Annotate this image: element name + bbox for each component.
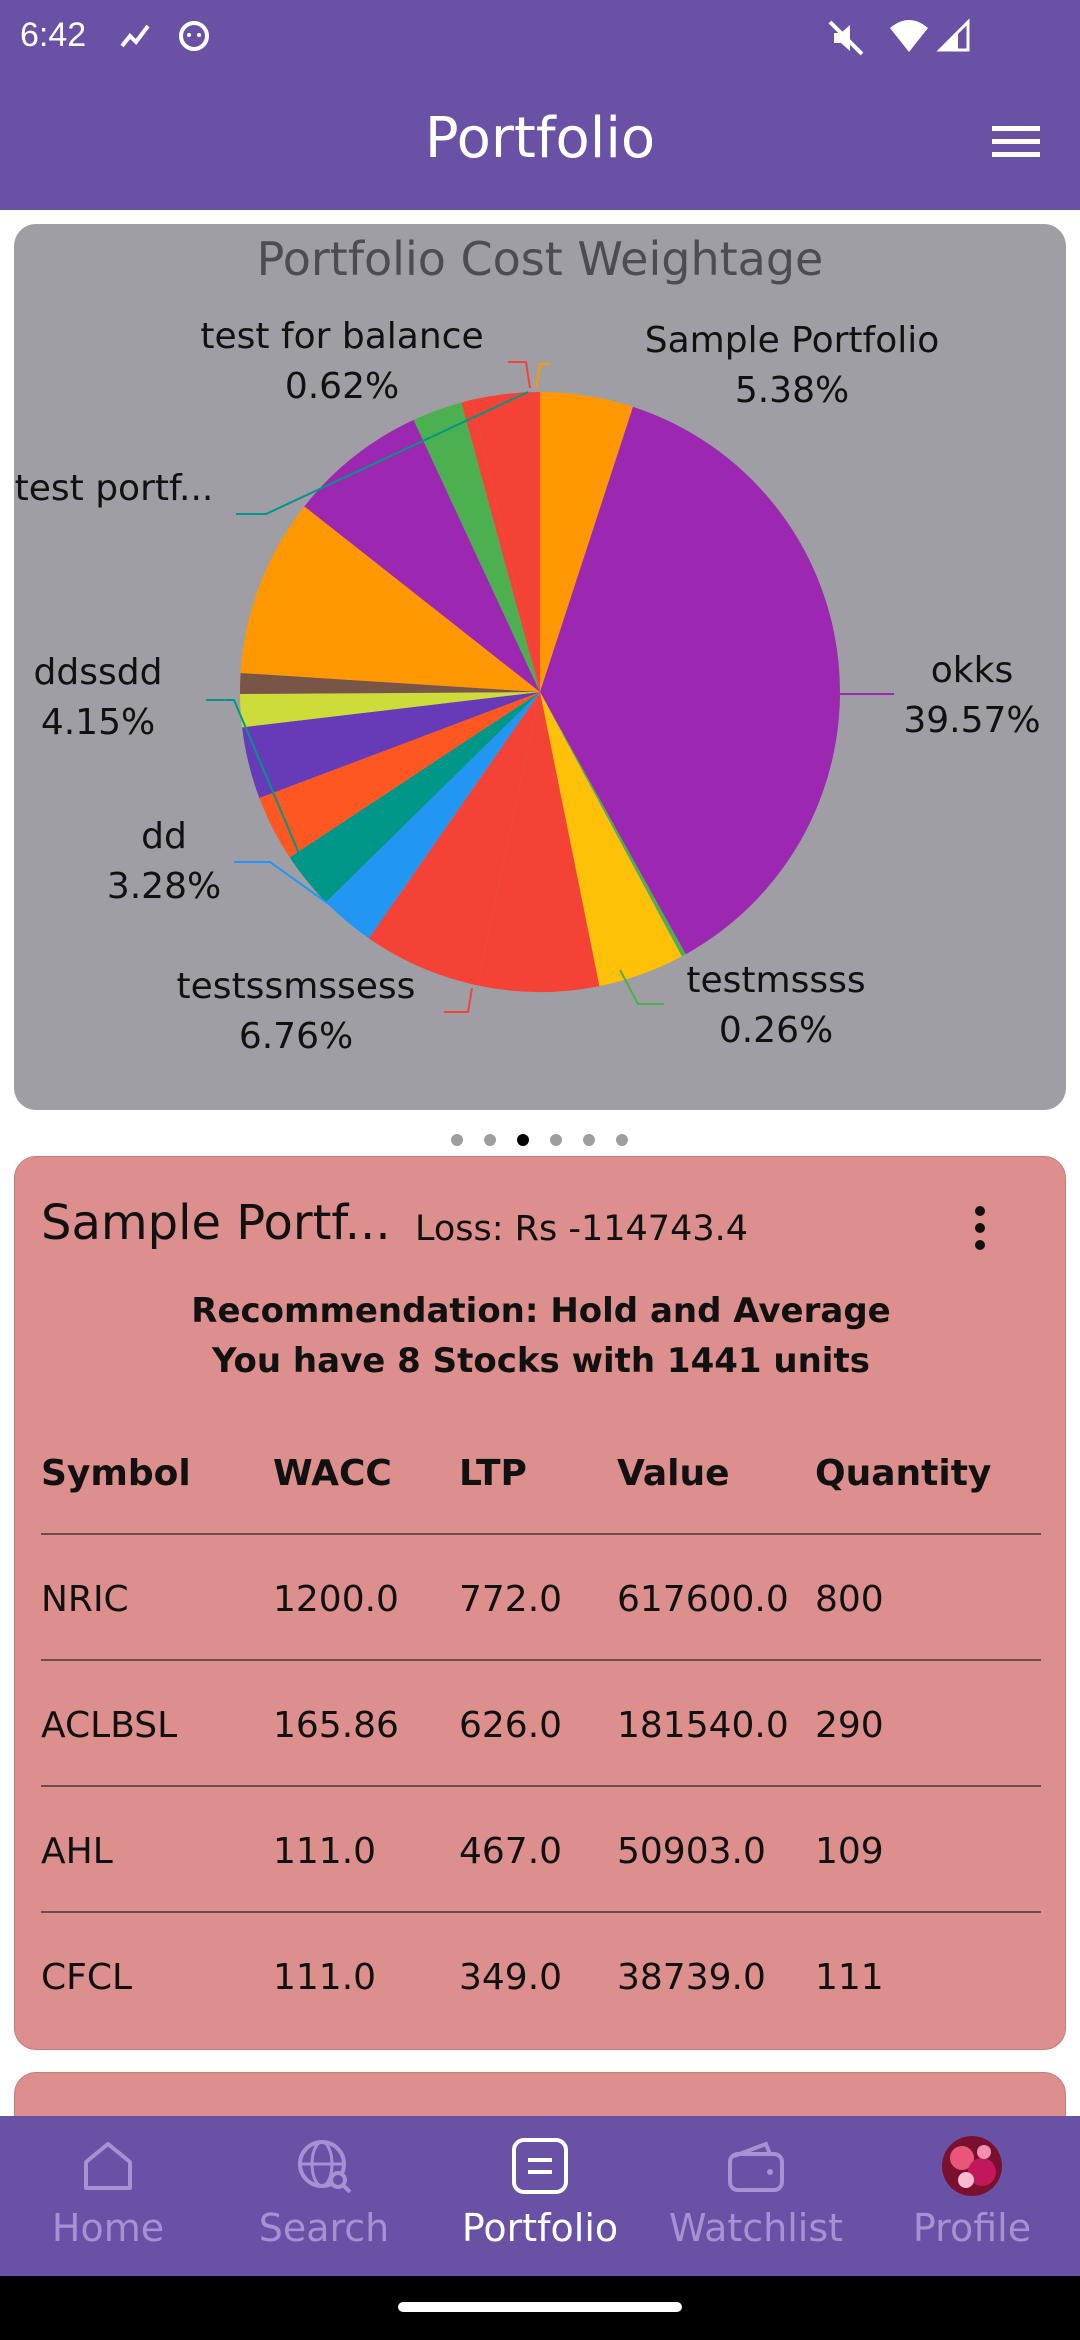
nav-home[interactable]: Home <box>0 2116 216 2276</box>
column-header-wacc: WACC <box>273 1453 392 1494</box>
globe-search-icon <box>298 2140 352 2194</box>
recommendation-text: Recommendation: Hold and Average <box>191 1291 891 1331</box>
cell-symbol: ACLBSL <box>41 1705 178 1746</box>
label-testmssss-pct: 0.26% <box>719 1010 833 1051</box>
label-sample-portfolio-pct: 5.38% <box>735 370 849 411</box>
cell-symbol: NRIC <box>41 1579 129 1620</box>
cat-face-icon <box>179 21 209 51</box>
carousel-page-indicator[interactable] <box>0 1130 1080 1150</box>
nav-profile[interactable]: Profile <box>864 2116 1080 2276</box>
table-row[interactable]: ACLBSL 165.86 626.0 181540.0 290 <box>41 1661 1041 1787</box>
cell-ltp: 349.0 <box>459 1957 563 1998</box>
page-dot-6 <box>616 1134 628 1146</box>
label-testssmssess-name: testssmssess <box>177 966 416 1007</box>
cell-wacc: 111.0 <box>273 1831 377 1872</box>
label-ddssdd-pct: 4.15% <box>41 702 155 743</box>
portfolio-icon <box>512 2138 568 2194</box>
label-ddssdd-name: ddssdd <box>34 652 163 693</box>
table-row[interactable]: CFCL 111.0 349.0 38739.0 111 <box>41 1913 1041 2039</box>
page-dot-5 <box>583 1134 595 1146</box>
table-row[interactable]: AHL 111.0 467.0 50903.0 109 <box>41 1787 1041 1913</box>
cell-value: 181540.0 <box>617 1705 789 1746</box>
label-testmssss-name: testmssss <box>686 960 865 1001</box>
bottom-navigation: Home Search Portfolio Watchlist Profile <box>0 2116 1080 2276</box>
nav-home-label: Home <box>51 2206 165 2250</box>
cell-quantity: 109 <box>815 1831 884 1872</box>
stock-trend-icon <box>120 24 150 48</box>
column-header-quantity: Quantity <box>815 1453 992 1494</box>
cell-quantity: 800 <box>815 1579 884 1620</box>
label-okks-name: okks <box>931 650 1013 691</box>
cell-value: 38739.0 <box>617 1957 766 1998</box>
gesture-handle[interactable] <box>398 2302 682 2312</box>
label-test-for-balance-name: test for balance <box>200 316 483 357</box>
column-header-value: Value <box>617 1453 730 1494</box>
label-testssmssess-pct: 6.76% <box>239 1016 353 1057</box>
nav-search-label: Search <box>258 2206 390 2250</box>
cell-ltp: 467.0 <box>459 1831 563 1872</box>
leader-test-for-balance <box>508 361 531 389</box>
nav-search[interactable]: Search <box>216 2116 432 2276</box>
status-bar: 6:42 <box>0 0 1080 76</box>
wifi-icon <box>890 20 928 52</box>
cell-ltp: 772.0 <box>459 1579 563 1620</box>
table-header: Symbol WACC LTP Value Quantity <box>41 1415 1041 1535</box>
status-time: 6:42 <box>20 16 87 54</box>
page-dot-2 <box>484 1134 496 1146</box>
cell-value: 50903.0 <box>617 1831 766 1872</box>
cell-ltp: 626.0 <box>459 1705 563 1746</box>
holdings-table: Symbol WACC LTP Value Quantity NRIC 1200… <box>41 1415 1041 2039</box>
nav-profile-label: Profile <box>912 2206 1032 2250</box>
portfolio-name: Sample Portf... <box>41 1195 391 1251</box>
label-test-portf-name: test portf... <box>15 468 214 509</box>
portfolio-loss: Loss: Rs -114743.4 <box>415 1209 748 1249</box>
home-icon <box>84 2142 132 2190</box>
avatar <box>942 2136 1002 2196</box>
system-gesture-bar <box>0 2276 1080 2340</box>
column-header-symbol: Symbol <box>41 1453 191 1494</box>
label-okks-pct: 39.57% <box>903 700 1040 741</box>
nav-watchlist[interactable]: Watchlist <box>648 2116 864 2276</box>
cell-wacc: 111.0 <box>273 1957 377 1998</box>
nav-watchlist-label: Watchlist <box>668 2206 844 2250</box>
page-title: Portfolio <box>424 106 656 171</box>
table-row[interactable]: NRIC 1200.0 772.0 617600.0 800 <box>41 1535 1041 1661</box>
pie-chart: Sample Portfolio 5.38% okks 39.57% testm… <box>15 316 1041 1057</box>
mute-icon <box>828 20 864 56</box>
hamburger-menu-icon[interactable] <box>990 122 1042 162</box>
cell-quantity: 111 <box>815 1957 884 1998</box>
more-options-icon[interactable] <box>965 1203 995 1253</box>
app-bar: Portfolio <box>0 76 1080 210</box>
nav-portfolio[interactable]: Portfolio <box>432 2116 648 2276</box>
label-test-for-balance-pct: 0.62% <box>285 366 399 407</box>
page-dot-4 <box>550 1134 562 1146</box>
label-dd-pct: 3.28% <box>107 866 221 907</box>
holdings-summary: You have 8 Stocks with 1441 units <box>212 1341 870 1381</box>
page-dot-1 <box>451 1134 463 1146</box>
nav-portfolio-label: Portfolio <box>461 2206 619 2250</box>
cell-wacc: 165.86 <box>273 1705 399 1746</box>
portfolio-card[interactable]: Sample Portf... Loss: Rs -114743.4 Recom… <box>14 1156 1066 2050</box>
cell-symbol: CFCL <box>41 1957 133 1998</box>
leader-testssmssess <box>444 987 473 1013</box>
column-header-ltp: LTP <box>459 1453 527 1494</box>
cell-wacc: 1200.0 <box>273 1579 399 1620</box>
cell-quantity: 290 <box>815 1705 884 1746</box>
cell-symbol: AHL <box>41 1831 113 1872</box>
label-dd-name: dd <box>141 816 187 857</box>
label-sample-portfolio-name: Sample Portfolio <box>645 320 940 361</box>
signal-icon <box>936 18 970 52</box>
cell-value: 617600.0 <box>617 1579 789 1620</box>
leader-sample-portfolio <box>535 363 550 389</box>
page-dot-3-active <box>517 1134 529 1146</box>
pie-chart-card[interactable]: Portfolio Cost Weightage Sample Portfoli… <box>14 224 1066 1110</box>
wallet-icon <box>728 2141 784 2192</box>
